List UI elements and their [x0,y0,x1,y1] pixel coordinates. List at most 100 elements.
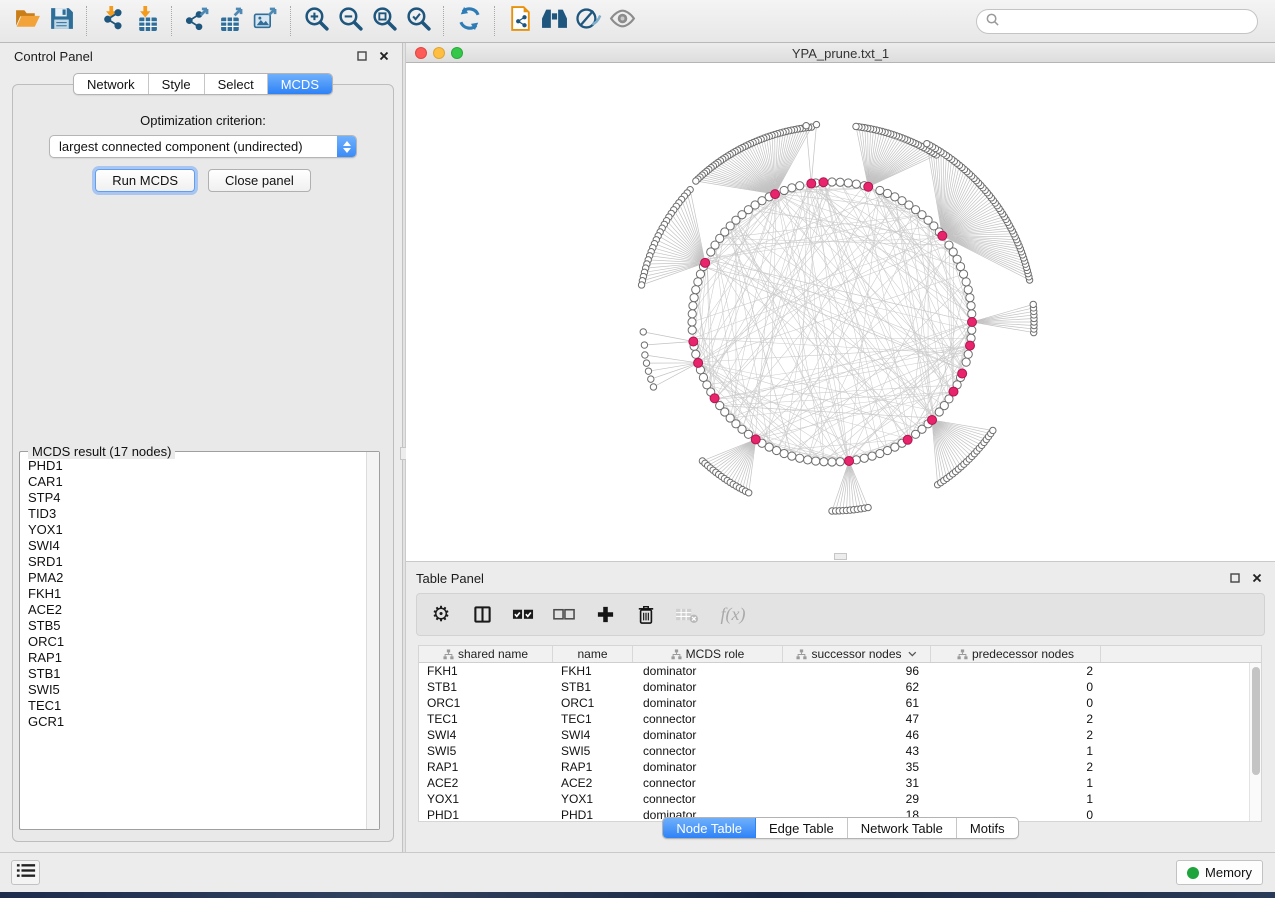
delete-column-button[interactable] [634,603,658,627]
new-network-from-selection-button[interactable] [503,4,537,38]
mcds-result-item[interactable]: ACE2 [21,602,366,618]
add-column-button[interactable] [593,603,617,627]
tab-edge-table[interactable]: Edge Table [756,818,848,838]
export-table-button[interactable] [214,4,248,38]
table-cell: 1 [931,776,1101,790]
tab-style[interactable]: Style [149,74,205,94]
trash-icon [637,604,655,625]
mcds-result-item[interactable]: PHD1 [21,458,366,474]
table-row[interactable]: RAP1RAP1dominator352 [419,759,1261,775]
mcds-result-item[interactable]: TID3 [21,506,366,522]
import-network-icon [99,5,126,37]
mcds-result-item[interactable]: TEC1 [21,698,366,714]
export-image-icon [252,5,279,37]
close-table-panel-icon[interactable] [1249,570,1265,586]
apply-layout-button[interactable] [452,4,486,38]
tab-network-table[interactable]: Network Table [848,818,957,838]
tab-mcds[interactable]: MCDS [268,74,332,94]
binoculars-icon [541,5,568,37]
save-icon [48,5,75,37]
select-all-icon [512,608,534,621]
show-columns-button[interactable] [470,603,494,627]
tab-motifs[interactable]: Motifs [957,818,1018,838]
select-all-button[interactable] [511,603,535,627]
zoom-out-button[interactable] [333,4,367,38]
clear-selection-button[interactable] [552,603,576,627]
mcds-result-item[interactable]: SWI5 [21,682,366,698]
eye-icon [609,5,636,37]
table-row[interactable]: TEC1TEC1connector472 [419,711,1261,727]
network-window-titlebar[interactable]: YPA_prune.txt_1 [406,43,1275,63]
save-session-button[interactable] [44,4,78,38]
export-image-button[interactable] [248,4,282,38]
mcds-result-item[interactable]: STB5 [21,618,366,634]
table-row[interactable]: SWI5SWI5connector431 [419,743,1261,759]
select-stepper-icon [337,136,356,157]
column-header-name[interactable]: name [553,646,633,662]
close-panel-button[interactable]: Close panel [208,169,311,192]
node-table: shared namenameMCDS rolesuccessor nodesp… [418,645,1262,822]
mcds-result-item[interactable]: GCR1 [21,714,366,730]
import-network-button[interactable] [95,4,129,38]
mcds-result-item[interactable]: RAP1 [21,650,366,666]
mcds-result-item[interactable]: CAR1 [21,474,366,490]
table-cell: dominator [633,680,783,694]
find-button[interactable] [537,4,571,38]
table-cell: 0 [931,696,1101,710]
show-panels-button[interactable] [11,860,40,885]
mcds-result-item[interactable]: FKH1 [21,586,366,602]
mcds-result-item[interactable]: SWI4 [21,538,366,554]
table-row[interactable]: ACE2ACE2connector311 [419,775,1261,791]
table-cell: 47 [783,712,931,726]
tab-network[interactable]: Network [74,74,149,94]
level-of-detail-button[interactable] [605,4,639,38]
zoom-in-button[interactable] [299,4,333,38]
open-folder-icon [14,5,41,37]
export-table-icon [218,5,245,37]
mcds-result-item[interactable]: YOX1 [21,522,366,538]
table-row[interactable]: ORC1ORC1dominator610 [419,695,1261,711]
tab-node-table[interactable]: Node Table [663,818,756,838]
run-mcds-button[interactable]: Run MCDS [95,169,195,192]
desktop-wallpaper-bottom [0,892,1275,898]
table-cell: dominator [633,696,783,710]
close-panel-icon[interactable] [376,48,392,64]
criterion-select[interactable]: largest connected component (undirected) [49,135,357,158]
table-scrollbar[interactable] [1249,663,1261,821]
column-header-predecessor-nodes[interactable]: predecessor nodes [931,646,1101,662]
mcds-result-scrollbar[interactable] [366,452,379,829]
mcds-result-item[interactable]: PMA2 [21,570,366,586]
search-box[interactable] [976,9,1258,34]
column-header-shared-name[interactable]: shared name [419,646,553,662]
network-view-canvas[interactable] [406,63,1275,562]
table-cell: connector [633,744,783,758]
gear-icon: ⚙ [432,604,451,625]
memory-button[interactable]: Memory [1176,860,1263,885]
mcds-result-item[interactable]: SRD1 [21,554,366,570]
table-row[interactable]: YOX1YOX1connector291 [419,791,1261,807]
mcds-result-item[interactable]: STP4 [21,490,366,506]
mcds-result-item[interactable]: ORC1 [21,634,366,650]
table-cell: connector [633,776,783,790]
table-row[interactable]: STB1STB1dominator620 [419,679,1261,695]
zoom-selected-button[interactable] [401,4,435,38]
table-cell: ACE2 [553,776,633,790]
hide-selected-button[interactable] [571,4,605,38]
table-settings-button[interactable]: ⚙ [429,603,453,627]
table-cell: STB1 [419,680,553,694]
table-cell: SWI4 [419,728,553,742]
table-row[interactable]: FKH1FKH1dominator962 [419,663,1261,679]
search-input[interactable] [1005,15,1249,29]
open-session-button[interactable] [10,4,44,38]
table-row[interactable]: SWI4SWI4dominator462 [419,727,1261,743]
column-header-successor-nodes[interactable]: successor nodes [783,646,931,662]
float-table-panel-icon[interactable] [1227,570,1243,586]
canvas-splitter-handle[interactable] [834,553,847,560]
export-network-button[interactable] [180,4,214,38]
zoom-fit-button[interactable] [367,4,401,38]
tab-select[interactable]: Select [205,74,268,94]
import-table-button[interactable] [129,4,163,38]
float-panel-icon[interactable] [354,48,370,64]
column-header-MCDS-role[interactable]: MCDS role [633,646,783,662]
mcds-result-item[interactable]: STB1 [21,666,366,682]
